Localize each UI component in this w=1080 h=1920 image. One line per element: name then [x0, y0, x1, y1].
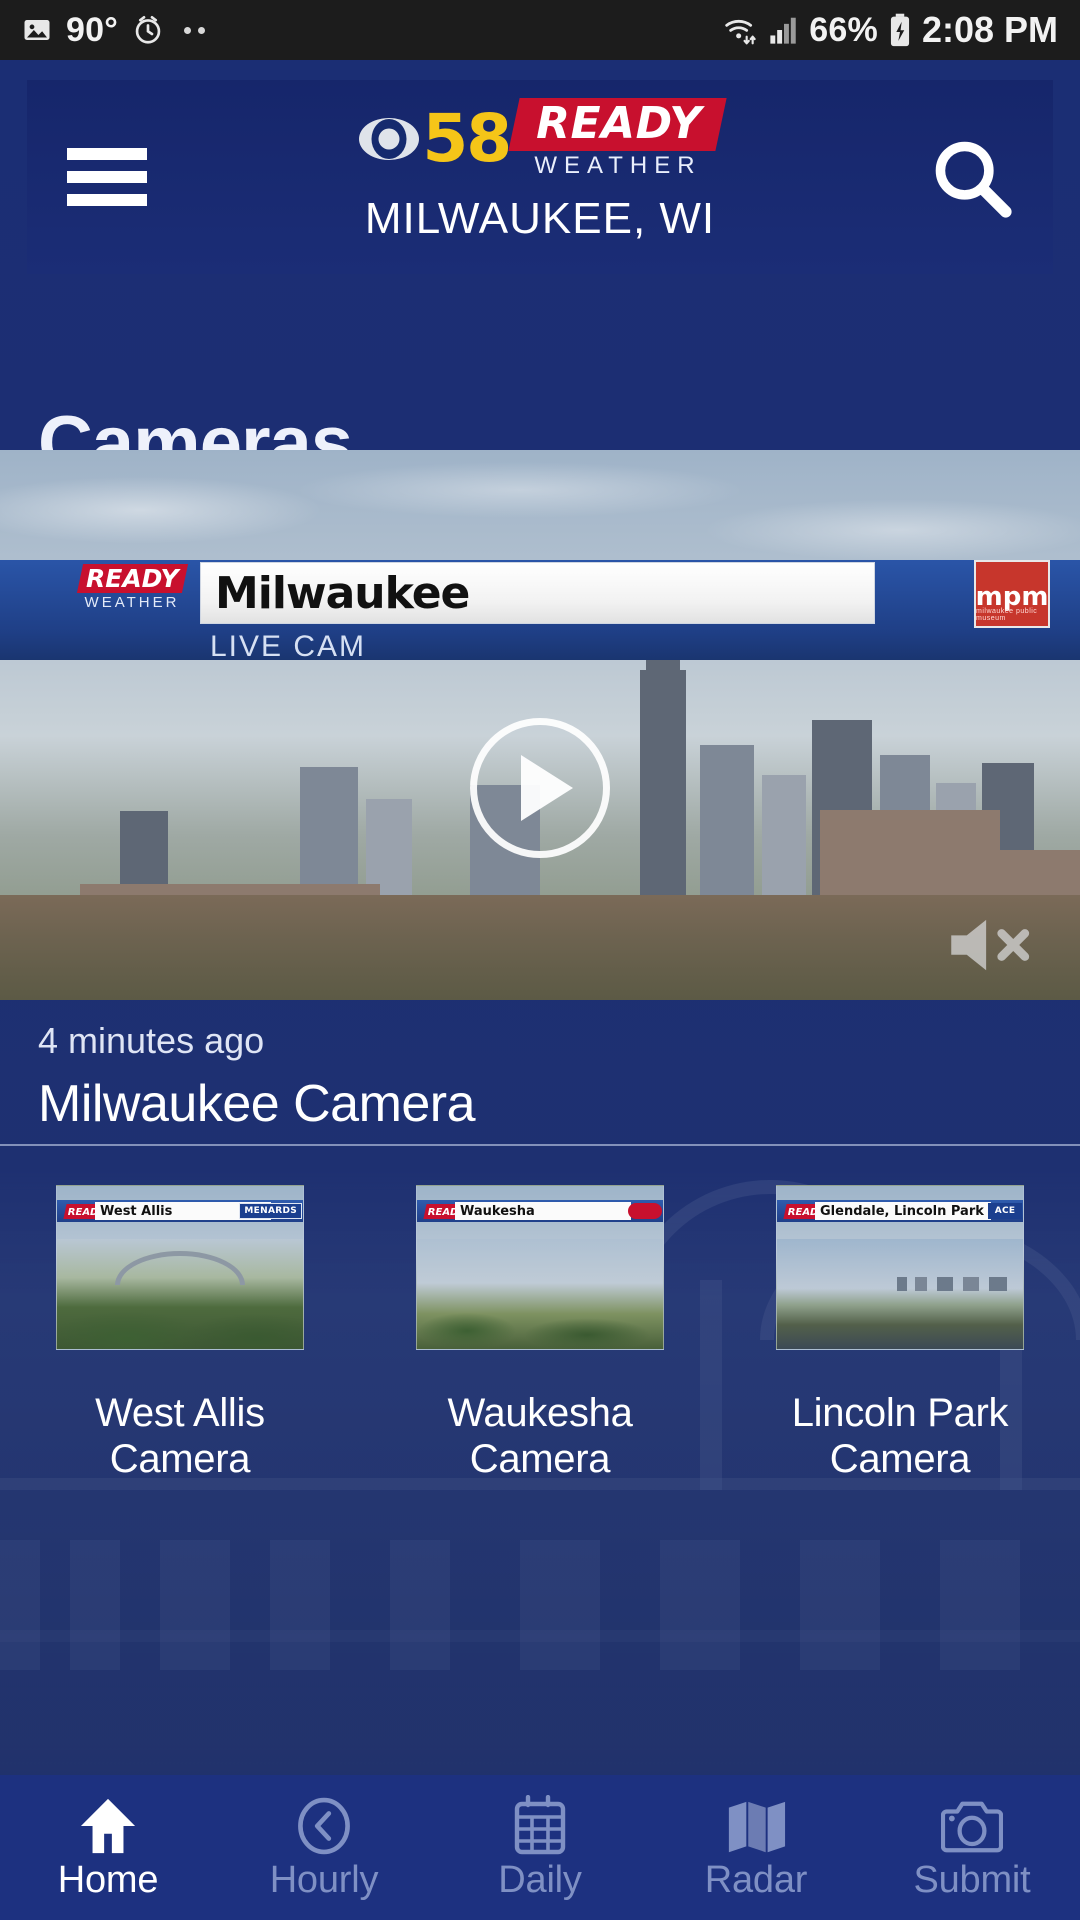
mpm-subtext: milwaukee public museum	[976, 608, 1038, 622]
thumbnail-scene	[57, 1239, 303, 1349]
play-button-icon[interactable]	[470, 718, 610, 858]
thumbnail-label-line2: Camera	[109, 1437, 251, 1482]
skyline-shape	[897, 1277, 1007, 1291]
thumbnail-scene	[777, 1239, 1023, 1349]
thumbnail-sponsor-logo	[628, 1203, 662, 1219]
thumbnail-scene	[417, 1239, 663, 1349]
home-icon	[77, 1793, 139, 1855]
ready-text: READY	[536, 98, 702, 149]
header-location-label[interactable]: MILWAUKEE, WI	[365, 194, 715, 244]
wifi-icon	[721, 14, 759, 46]
weather-text: WEATHER	[534, 152, 702, 179]
thumbnail-label-line1: Lincoln Park	[791, 1391, 1009, 1435]
camera-title: Milwaukee Camera	[38, 1075, 476, 1133]
camera-timestamp: 4 minutes ago	[38, 1020, 265, 1061]
bottom-navigation-bar: Home Hourly Daily Radar Submit	[0, 1775, 1080, 1920]
thumbnail-image[interactable]: READY Waukesha	[416, 1185, 664, 1350]
battery-charging-icon	[888, 13, 912, 47]
channel-number: 58	[422, 100, 512, 177]
thumbnail-label: Waukesha Camera	[447, 1390, 632, 1483]
stadium-shape	[115, 1251, 245, 1285]
nav-item-submit[interactable]: Submit	[864, 1775, 1080, 1920]
thumbnail-name-bar: Glendale, Lincoln Park	[815, 1202, 991, 1220]
app-header: 58 READY WEATHER MILWAUKEE, WI	[27, 80, 1053, 274]
battery-percentage: 66%	[809, 11, 878, 49]
clock-icon	[295, 1793, 353, 1855]
brand-block: 58 READY WEATHER MILWAUKEE, WI	[27, 98, 1053, 244]
image-icon	[22, 15, 52, 45]
banner-ready-text: READY	[85, 564, 179, 593]
camera-icon	[941, 1793, 1003, 1855]
nav-item-hourly[interactable]: Hourly	[216, 1775, 432, 1920]
nav-label-submit: Submit	[913, 1859, 1031, 1901]
video-frame-ground	[0, 895, 1080, 1000]
nav-label-daily: Daily	[498, 1859, 582, 1901]
banner-weather-text: WEATHER	[84, 594, 180, 611]
banner-location-bar: Milwaukee	[200, 562, 875, 624]
thumbnail-name-bar: Waukesha	[455, 1202, 631, 1220]
ready-banner: READY	[508, 98, 728, 151]
live-camera-player[interactable]: READY WEATHER Milwaukee LIVE CAM mpm mil…	[0, 450, 1080, 1000]
status-bar: 90° 66% 2:08 PM	[0, 0, 1080, 60]
nav-item-radar[interactable]: Radar	[648, 1775, 864, 1920]
cbs-eye-icon	[358, 117, 420, 161]
thumbnail-location-name: Glendale, Lincoln Park	[820, 1203, 984, 1219]
map-icon	[725, 1793, 787, 1855]
nav-label-radar: Radar	[704, 1859, 808, 1901]
cell-signal-icon	[769, 15, 799, 45]
live-cam-label: LIVE CAM	[210, 630, 367, 663]
live-cam-banner-lower	[0, 632, 1080, 660]
ready-weather-wordmark: READY WEATHER	[508, 98, 728, 180]
thumbnail-label-line2: Camera	[469, 1437, 611, 1482]
thumbnail-label: West Allis Camera	[95, 1390, 265, 1483]
search-icon[interactable]	[917, 128, 1027, 228]
nav-label-hourly: Hourly	[269, 1859, 379, 1901]
volume-muted-icon[interactable]	[942, 914, 1038, 976]
nav-label-home: Home	[57, 1859, 159, 1901]
camera-thumbnail-row: READY West Allis MENARDS West Allis Came…	[0, 1185, 1080, 1483]
thumbnail-sponsor-logo: MENARDS	[239, 1203, 302, 1219]
thumbnail-overlay-strip: READY Waukesha	[417, 1200, 663, 1222]
thumbnail-label-line1: West Allis	[95, 1391, 265, 1435]
calendar-icon	[512, 1793, 568, 1855]
alarm-icon	[132, 14, 164, 46]
thumbnail-overlay-strip: READY Glendale, Lincoln Park ACE	[777, 1200, 1023, 1222]
more-dots-icon	[184, 26, 206, 34]
thumbnail-label: Lincoln Park Camera	[792, 1390, 1009, 1483]
camera-thumbnail-lincoln-park[interactable]: READY Glendale, Lincoln Park ACE Lincoln…	[750, 1185, 1050, 1483]
camera-thumbnail-west-allis[interactable]: READY West Allis MENARDS West Allis Came…	[30, 1185, 330, 1483]
thumbnail-image[interactable]: READY West Allis MENARDS	[56, 1185, 304, 1350]
app-page: 58 READY WEATHER MILWAUKEE, WI Cameras R…	[0, 60, 1080, 1920]
camera-thumbnail-waukesha[interactable]: READY Waukesha Waukesha Camera	[390, 1185, 690, 1483]
ready-weather-logo: 58 READY WEATHER	[358, 98, 728, 179]
nav-item-daily[interactable]: Daily	[432, 1775, 648, 1920]
thumbnail-location-name: Waukesha	[460, 1203, 535, 1219]
thumbnail-location-name: West Allis	[100, 1203, 173, 1219]
status-temperature: 90°	[66, 11, 119, 49]
nav-item-home[interactable]: Home	[0, 1775, 216, 1920]
status-clock: 2:08 PM	[921, 9, 1058, 50]
banner-location-name: Milwaukee	[215, 567, 470, 619]
banner-ready-weather-logo: READY WEATHER	[72, 564, 192, 611]
thumbnail-image[interactable]: READY Glendale, Lincoln Park ACE	[776, 1185, 1024, 1350]
section-divider	[0, 1144, 1080, 1146]
camera-caption: 4 minutes ago Milwaukee Camera	[38, 1020, 476, 1134]
thumbnail-label-line2: Camera	[829, 1437, 971, 1482]
mpm-wordmark: mpm	[975, 582, 1049, 612]
thumbnail-sponsor-logo: ACE	[988, 1203, 1022, 1219]
thumbnail-label-line1: Waukesha	[447, 1391, 633, 1435]
mpm-logo: mpm milwaukee public museum	[974, 560, 1050, 628]
thumbnail-overlay-strip: READY West Allis MENARDS	[57, 1200, 303, 1222]
